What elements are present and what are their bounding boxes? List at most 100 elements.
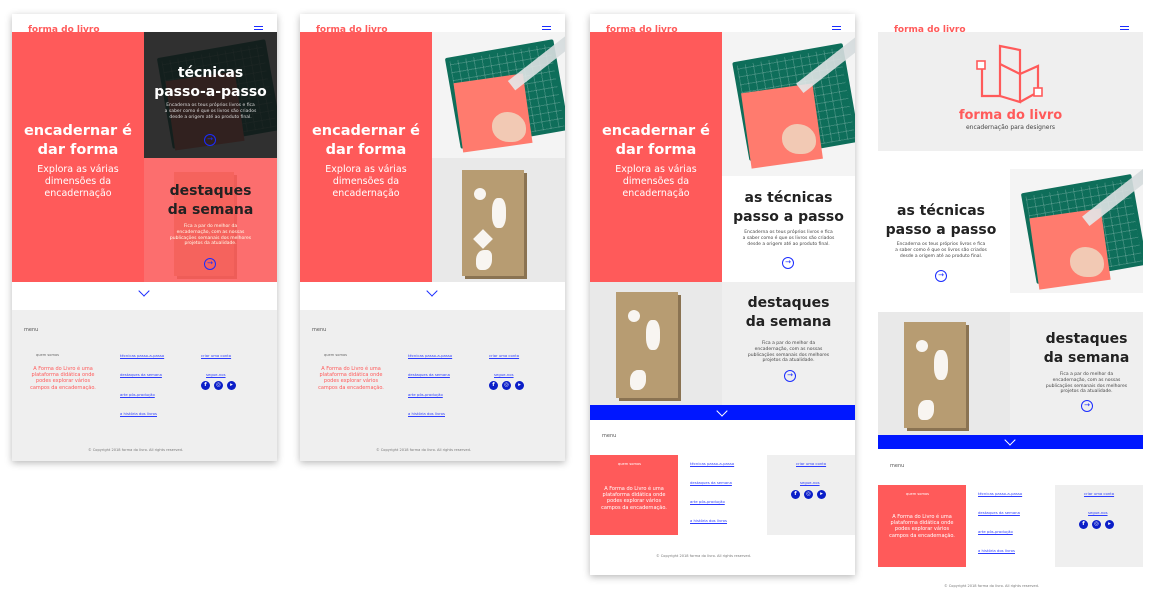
footer-link-arte[interactable]: arte pós-produção — [408, 392, 443, 397]
footer-link-historia[interactable]: a história dos livros — [120, 411, 157, 416]
footer-link-historia[interactable]: a história dos livros — [978, 548, 1015, 553]
footer-link-arte[interactable]: arte pós-produção — [120, 392, 155, 397]
tecnicas-title-line-2: passo a passo — [733, 209, 844, 225]
footer-menu-label[interactable]: menu — [602, 433, 616, 439]
hero-title-line-1: encadernar é — [601, 123, 711, 139]
hero-subtitle: Explora as várias dimensões da encaderna… — [300, 164, 432, 200]
footer-link-destaques[interactable]: destaques da semana — [408, 372, 450, 377]
footer-link-destaques[interactable]: destaques da semana — [120, 372, 162, 377]
facebook-icon[interactable]: f — [1079, 520, 1088, 529]
hero-title-line-1: encadernar é — [311, 123, 421, 139]
footer-link-arte[interactable]: arte pós-produção — [978, 529, 1013, 534]
page-variant-2: forma do livro encadernar é dar forma Ex… — [300, 14, 565, 461]
hero-subtitle-line-1: Explora as várias — [325, 164, 407, 175]
footer-about-line-4: campos da encadernação. — [601, 504, 667, 511]
destaques-text: Fica a par do melhor da encadernação, co… — [722, 341, 855, 364]
book-image[interactable] — [878, 312, 1010, 435]
hero-title-line-2: dar forma — [37, 142, 119, 158]
destaques-title: destaques da semana — [1010, 330, 1143, 368]
facebook-icon[interactable]: f — [201, 381, 210, 390]
footer-link-criar-conta[interactable]: criar uma conta — [796, 461, 826, 466]
book-image[interactable] — [432, 158, 565, 282]
hand-shape — [1070, 247, 1104, 277]
tecnicas-text-line-3: desde a origem até ao produto final. — [899, 253, 983, 259]
facebook-icon[interactable]: f — [489, 381, 498, 390]
footer-about: A Forma do Livro é uma plataforma didáti… — [20, 366, 106, 391]
hero-title: encadernar é dar forma — [300, 122, 432, 160]
tecnicas-text-line-3: desde a origem até ao produto final. — [169, 114, 252, 120]
instagram-icon[interactable]: ◎ — [804, 490, 813, 499]
open-book-logo-icon — [976, 44, 1043, 104]
book-blob-shape — [476, 250, 492, 270]
book-image — [590, 282, 722, 405]
footer-about: A Forma do Livro é uma plataforma didáti… — [880, 514, 964, 539]
hero-subtitle-line-3: encadernação — [332, 188, 400, 199]
copyright-icon: © — [656, 554, 660, 558]
chevron-down-icon[interactable] — [138, 285, 150, 297]
footer-link-historia[interactable]: a história dos livros — [408, 411, 445, 416]
footer-about-line-4: campos da encadernação. — [318, 384, 384, 391]
destaques-title: destaques da semana — [144, 182, 277, 220]
destaques-title-line-2: da semana — [745, 314, 832, 330]
desk-image[interactable] — [432, 32, 565, 158]
footer-link-criar-conta[interactable]: criar uma conta — [1084, 491, 1114, 496]
hero-subtitle-line-1: Explora as várias — [615, 164, 697, 175]
footer-link-criar-conta[interactable]: criar uma conta — [489, 353, 519, 358]
tecnicas-text-line-2: a saber como é que os livros são criados — [895, 247, 987, 253]
chevron-down-icon[interactable] — [426, 285, 438, 297]
arrow-right-circle-icon[interactable]: → — [1081, 400, 1093, 412]
footer-segue-nos[interactable]: segue-nos — [206, 372, 226, 377]
footer-about: A Forma do Livro é uma plataforma didáti… — [308, 366, 394, 391]
footer-link-arte[interactable]: arte pós-produção — [690, 499, 725, 504]
instagram-icon[interactable]: ◎ — [214, 381, 223, 390]
copyright-text: Copyright 2018 forma do livro. All right… — [660, 554, 752, 558]
copyright: © Copyright 2018 forma do livro. All rig… — [656, 554, 751, 558]
footer-menu-label[interactable]: menu — [890, 463, 904, 469]
footer-segue-nos[interactable]: segue-nos — [494, 372, 514, 377]
youtube-icon[interactable]: ▸ — [227, 381, 236, 390]
book-star-shape — [474, 188, 486, 200]
hero-subtitle-line-3: encadernação — [44, 188, 112, 199]
youtube-icon[interactable]: ▸ — [817, 490, 826, 499]
arrow-right-circle-icon[interactable]: → — [204, 134, 216, 146]
arrow-right-circle-icon[interactable]: → — [935, 270, 947, 282]
destaques-text-line-4: projetos da atualidade. — [1060, 389, 1113, 395]
youtube-icon[interactable]: ▸ — [515, 381, 524, 390]
footer-link-criar-conta[interactable]: criar uma conta — [201, 353, 231, 358]
paper-shape — [741, 83, 823, 169]
footer-link-historia[interactable]: a história dos livros — [690, 518, 727, 523]
arrow-right-circle-icon[interactable]: → — [782, 257, 794, 269]
destaques-title-line-2: da semana — [1043, 350, 1130, 366]
tecnicas-title-line-1: técnicas — [177, 65, 244, 81]
copyright-text: Copyright 2018 forma do livro. All right… — [948, 584, 1040, 588]
hero-title-line-2: dar forma — [615, 142, 697, 158]
footer-segue-nos[interactable]: segue-nos — [800, 480, 820, 485]
footer-quem-somos: quem somos — [36, 353, 60, 357]
footer-link-tecnicas[interactable]: técnicas passo-a-passo — [408, 353, 452, 358]
tecnicas-title: técnicas passo-a-passo — [144, 64, 277, 102]
footer-link-tecnicas[interactable]: técnicas passo-a-passo — [690, 461, 734, 466]
arrow-right-circle-icon[interactable]: → — [204, 258, 216, 270]
book-fork-shape — [492, 198, 506, 228]
desk-image[interactable] — [1010, 169, 1143, 293]
footer-link-tecnicas[interactable]: técnicas passo-a-passo — [978, 491, 1022, 496]
tecnicas-title-line-1: as técnicas — [744, 190, 833, 206]
youtube-icon[interactable]: ▸ — [1105, 520, 1114, 529]
destaques-text: Fica a par do melhor da encadernação, co… — [144, 224, 277, 247]
paper-shape — [1029, 208, 1111, 290]
tecnicas-text: Encaderna os teus próprios livros e fica… — [878, 242, 1004, 259]
footer-segue-nos[interactable]: segue-nos — [1088, 510, 1108, 515]
footer-menu-label[interactable]: menu — [24, 327, 38, 333]
destaques-title-line-1: destaques — [747, 295, 830, 311]
facebook-icon[interactable]: f — [791, 490, 800, 499]
footer-link-destaques[interactable]: destaques da semana — [978, 510, 1020, 515]
footer-menu-label[interactable]: menu — [312, 327, 326, 333]
brand-name: forma do livro — [958, 108, 1063, 123]
footer-link-destaques[interactable]: destaques da semana — [690, 480, 732, 485]
hero-subtitle-line-1: Explora as várias — [37, 164, 119, 175]
footer-link-tecnicas[interactable]: técnicas passo-a-passo — [120, 353, 164, 358]
instagram-icon[interactable]: ◎ — [1092, 520, 1101, 529]
instagram-icon[interactable]: ◎ — [502, 381, 511, 390]
arrow-right-circle-icon[interactable]: → — [784, 370, 796, 382]
book-blob-shape — [630, 370, 646, 390]
